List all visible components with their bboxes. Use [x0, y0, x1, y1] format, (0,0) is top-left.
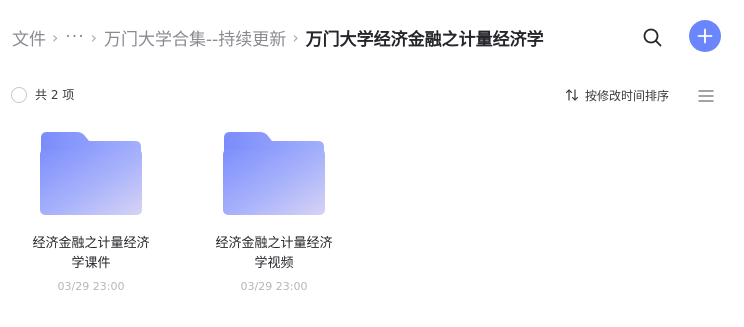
add-button[interactable] [689, 20, 721, 52]
sort-label: 按修改时间排序 [585, 88, 670, 103]
file-item[interactable]: 经济金融之计量经济学视频 03/29 23:00 [209, 128, 339, 293]
breadcrumb-ellipsis[interactable]: ··· [65, 27, 84, 47]
breadcrumb-separator: › [292, 27, 299, 47]
sort-arrows-icon [565, 89, 579, 101]
search-button[interactable] [640, 25, 666, 51]
file-item[interactable]: 经济金融之计量经济学课件 03/29 23:00 [26, 128, 156, 293]
file-date: 03/29 23:00 [240, 280, 308, 293]
file-name: 经济金融之计量经济学视频 [215, 236, 333, 271]
search-icon [643, 28, 662, 47]
list-view-icon [698, 90, 714, 102]
breadcrumb-parent[interactable]: 万门大学合集--持续更新 [104, 25, 286, 50]
folder-icon [40, 132, 142, 215]
breadcrumb-separator: › [52, 27, 59, 47]
plus-icon [697, 28, 713, 44]
sort-button[interactable]: 按修改时间排序 [565, 86, 669, 104]
breadcrumb: 文件 › ··· › 万门大学合集--持续更新 › 万门大学经济金融之计量经济学 [12, 24, 544, 50]
file-date: 03/29 23:00 [57, 280, 125, 293]
select-all-checkbox[interactable] [11, 87, 27, 103]
folder-icon [223, 132, 325, 215]
breadcrumb-current: 万门大学经济金融之计量经济学 [305, 29, 544, 50]
file-name: 经济金融之计量经济学课件 [32, 236, 150, 271]
breadcrumb-root[interactable]: 文件 [12, 25, 46, 50]
item-count: 共 2 项 [35, 88, 75, 102]
breadcrumb-separator: › [90, 27, 98, 47]
view-toggle-button[interactable] [698, 88, 714, 102]
